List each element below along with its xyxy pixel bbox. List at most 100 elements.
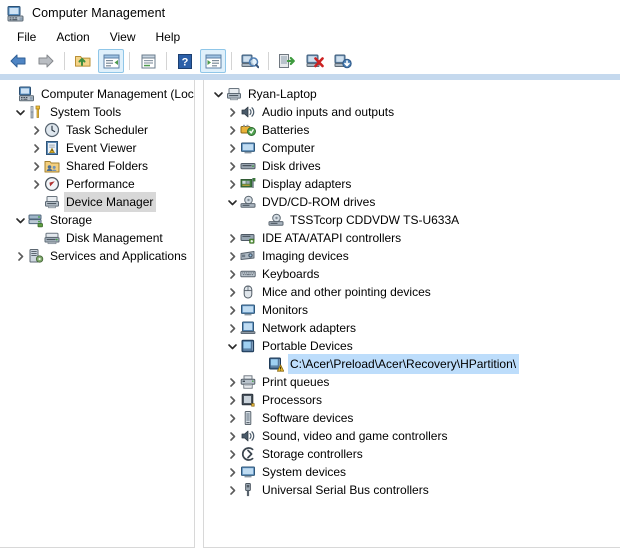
console-tree-icon <box>103 54 120 69</box>
console-tree-pane[interactable]: Computer Management (Local System Tools … <box>0 80 195 548</box>
device-item-label: IDE ATA/ATAPI controllers <box>262 231 402 245</box>
chevron-right-icon[interactable] <box>224 229 240 247</box>
properties-button[interactable] <box>135 49 161 73</box>
chevron-right-icon[interactable] <box>28 121 44 139</box>
mouse-icon <box>240 284 256 300</box>
tree-item-computer-management-root[interactable]: Computer Management (Local <box>0 85 194 103</box>
help-button[interactable]: ? <box>172 49 198 73</box>
device-category-dvd-cd-rom-drives[interactable]: DVD/CD-ROM drives <box>204 193 620 211</box>
device-category-software-devices[interactable]: Software devices <box>204 409 620 427</box>
chevron-right-icon[interactable] <box>224 247 240 265</box>
device-item-label: DVD/CD-ROM drives <box>262 195 376 209</box>
optical-disc-icon <box>268 212 284 228</box>
tree-item-event-viewer[interactable]: Event Viewer <box>0 139 194 157</box>
tree-item-label: Services and Applications <box>50 249 187 263</box>
chevron-down-icon[interactable] <box>12 211 28 229</box>
device-category-storage-controllers[interactable]: Storage controllers <box>204 445 620 463</box>
tree-item-storage[interactable]: Storage <box>0 211 194 229</box>
chevron-right-icon[interactable] <box>224 103 240 121</box>
expand-spacer <box>3 85 19 103</box>
tree-item-device-manager[interactable]: Device Manager <box>0 192 194 212</box>
chevron-right-icon[interactable] <box>224 121 240 139</box>
device-item-tsstcorp-cddvdw-ts-u633a[interactable]: TSSTcorp CDDVDW TS-U633A <box>204 211 620 229</box>
device-manager-pane[interactable]: Ryan-Laptop Audio inputs and outputs Bat… <box>203 80 620 548</box>
computer-management-icon <box>7 5 24 22</box>
chevron-down-icon[interactable] <box>224 193 240 211</box>
device-category-display-adapters[interactable]: Display adapters <box>204 175 620 193</box>
device-item-acer-recovery-hpartition[interactable]: C:\Acer\Preload\Acer\Recovery\HPartition… <box>204 354 620 374</box>
speaker-icon <box>240 428 256 444</box>
device-category-batteries[interactable]: Batteries <box>204 121 620 139</box>
menu-help[interactable]: Help <box>147 28 190 47</box>
toolbar: ? <box>0 48 620 74</box>
device-category-processors[interactable]: Processors <box>204 391 620 409</box>
chevron-right-icon[interactable] <box>224 427 240 445</box>
expand-spacer <box>28 193 44 211</box>
device-category-audio-inputs-and-outputs[interactable]: Audio inputs and outputs <box>204 103 620 121</box>
chevron-down-icon[interactable] <box>12 103 28 121</box>
chevron-right-icon[interactable] <box>224 139 240 157</box>
show-hide-console-tree-button[interactable] <box>98 49 124 73</box>
chevron-right-icon[interactable] <box>224 391 240 409</box>
tree-item-services-and-applications[interactable]: Services and Applications <box>0 247 194 265</box>
tree-item-system-tools[interactable]: System Tools <box>0 103 194 121</box>
chevron-right-icon[interactable] <box>224 319 240 337</box>
chevron-right-icon[interactable] <box>224 157 240 175</box>
menu-action[interactable]: Action <box>47 28 98 47</box>
tree-item-task-scheduler[interactable]: Task Scheduler <box>0 121 194 139</box>
speaker-icon <box>240 104 256 120</box>
chevron-down-icon[interactable] <box>210 85 226 103</box>
show-hide-action-pane-button[interactable] <box>200 49 226 73</box>
tree-item-performance[interactable]: Performance <box>0 175 194 193</box>
disable-device-icon <box>334 53 352 69</box>
chevron-right-icon[interactable] <box>224 463 240 481</box>
device-category-mice-and-other-pointing-devices[interactable]: Mice and other pointing devices <box>204 283 620 301</box>
camera-icon <box>240 248 256 264</box>
chevron-right-icon[interactable] <box>224 265 240 283</box>
chevron-right-icon[interactable] <box>224 445 240 463</box>
chevron-down-icon[interactable] <box>224 337 240 355</box>
device-category-print-queues[interactable]: Print queues <box>204 373 620 391</box>
device-category-monitors[interactable]: Monitors <box>204 301 620 319</box>
device-category-network-adapters[interactable]: Network adapters <box>204 319 620 337</box>
chevron-right-icon[interactable] <box>28 139 44 157</box>
device-category-sound-video-and-game-controllers[interactable]: Sound, video and game controllers <box>204 427 620 445</box>
device-root-ryan-laptop[interactable]: Ryan-Laptop <box>204 85 620 103</box>
device-item-label: Imaging devices <box>262 249 349 263</box>
chevron-right-icon[interactable] <box>28 157 44 175</box>
chevron-right-icon[interactable] <box>224 373 240 391</box>
device-category-universal-serial-bus-controllers[interactable]: Universal Serial Bus controllers <box>204 481 620 499</box>
chevron-right-icon[interactable] <box>12 247 28 265</box>
tree-item-disk-management[interactable]: Disk Management <box>0 229 194 247</box>
update-driver-button[interactable] <box>274 49 300 73</box>
device-category-portable-devices[interactable]: Portable Devices <box>204 337 620 355</box>
system-tools-icon <box>28 104 44 120</box>
uninstall-device-button[interactable] <box>302 49 328 73</box>
storage-icon <box>28 212 44 228</box>
chevron-right-icon[interactable] <box>224 409 240 427</box>
pane-splitter[interactable] <box>195 80 203 548</box>
storage-controller-icon <box>240 446 256 462</box>
device-category-imaging-devices[interactable]: Imaging devices <box>204 247 620 265</box>
chevron-right-icon[interactable] <box>28 175 44 193</box>
device-category-disk-drives[interactable]: Disk drives <box>204 157 620 175</box>
menu-view[interactable]: View <box>101 28 145 47</box>
up-one-level-button[interactable] <box>70 49 96 73</box>
back-button[interactable] <box>5 49 31 73</box>
chevron-right-icon[interactable] <box>224 175 240 193</box>
device-category-system-devices[interactable]: System devices <box>204 463 620 481</box>
forward-button[interactable] <box>33 49 59 73</box>
keyboard-icon <box>240 266 256 282</box>
chevron-right-icon[interactable] <box>224 301 240 319</box>
disable-device-button[interactable] <box>330 49 356 73</box>
device-category-computer[interactable]: Computer <box>204 139 620 157</box>
device-category-keyboards[interactable]: Keyboards <box>204 265 620 283</box>
tree-item-shared-folders[interactable]: Shared Folders <box>0 157 194 175</box>
chevron-right-icon[interactable] <box>224 283 240 301</box>
back-arrow-icon <box>9 53 27 69</box>
menu-file[interactable]: File <box>8 28 45 47</box>
chevron-right-icon[interactable] <box>224 481 240 499</box>
device-item-label: Print queues <box>262 375 330 389</box>
device-category-ide-ata-atapi-controllers[interactable]: IDE ATA/ATAPI controllers <box>204 229 620 247</box>
scan-for-hardware-changes-button[interactable] <box>237 49 263 73</box>
